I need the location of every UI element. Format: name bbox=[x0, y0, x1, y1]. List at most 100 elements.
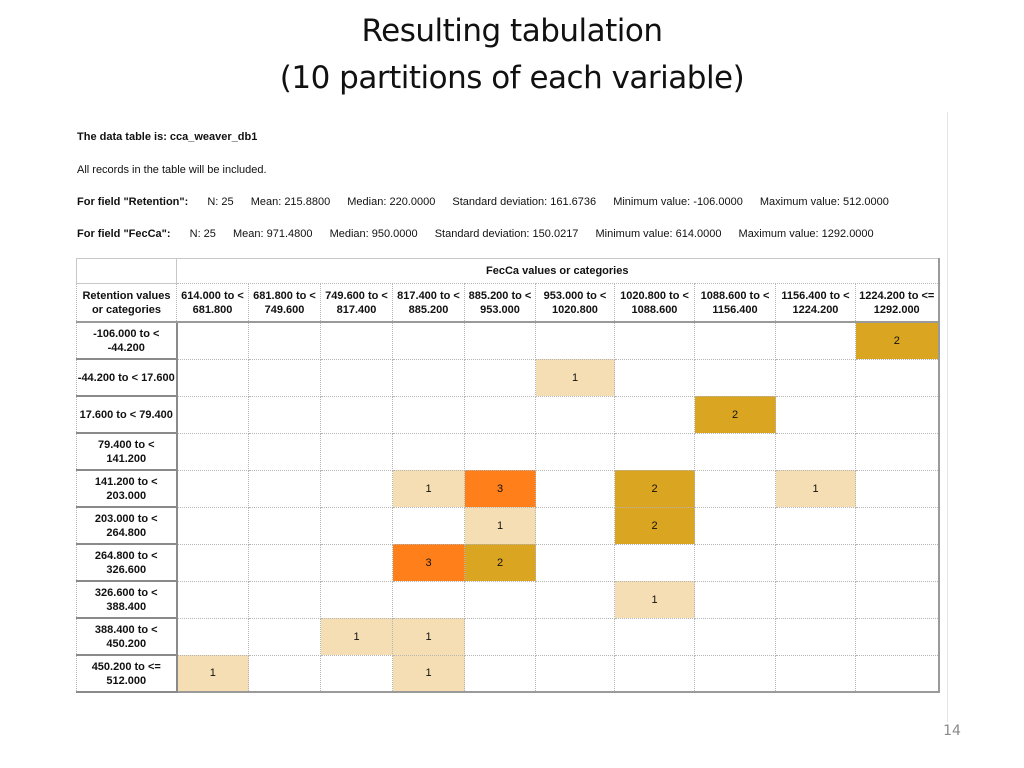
empty-cell bbox=[320, 432, 393, 471]
count-cell: 1 bbox=[176, 654, 249, 693]
empty-cell bbox=[775, 580, 856, 619]
empty-cell bbox=[775, 543, 856, 582]
empty-cell bbox=[535, 654, 615, 693]
empty-cell bbox=[464, 321, 536, 360]
slide-number: 14 bbox=[943, 723, 961, 739]
column-header: 681.800 to < 749.600 bbox=[248, 283, 321, 323]
count-cell: 3 bbox=[464, 469, 536, 508]
empty-cell bbox=[775, 654, 856, 693]
empty-cell bbox=[694, 543, 776, 582]
empty-cell bbox=[855, 506, 939, 545]
stat-mean: Mean: 971.4800 bbox=[232, 228, 313, 240]
empty-cell bbox=[248, 543, 321, 582]
count-cell: 1 bbox=[464, 506, 536, 545]
empty-cell bbox=[320, 469, 393, 508]
empty-cell bbox=[176, 506, 249, 545]
column-header: 1224.200 to <= 1292.000 bbox=[855, 283, 939, 323]
row-header: 79.400 to < 141.200 bbox=[76, 432, 178, 471]
field-stats-fecca: For field "FecCa": N: 25 Mean: 971.4800 … bbox=[77, 228, 874, 240]
table-row: 388.400 to < 450.200 1 1 bbox=[76, 617, 939, 656]
empty-cell bbox=[535, 395, 615, 434]
empty-cell bbox=[176, 395, 249, 434]
row-header: 17.600 to < 79.400 bbox=[76, 395, 178, 434]
empty-cell bbox=[464, 395, 536, 434]
empty-cell bbox=[320, 543, 393, 582]
empty-cell bbox=[694, 432, 776, 471]
empty-cell bbox=[464, 358, 536, 397]
stat-min: Minimum value: 614.0000 bbox=[595, 228, 722, 240]
stat-median: Median: 950.0000 bbox=[329, 228, 418, 240]
count-cell: 2 bbox=[614, 506, 695, 545]
empty-cell bbox=[775, 506, 856, 545]
stat-mean: Mean: 215.8800 bbox=[250, 196, 331, 208]
table-row: 264.800 to < 326.600 3 2 bbox=[76, 543, 939, 582]
empty-cell bbox=[694, 617, 776, 656]
count-cell: 1 bbox=[614, 580, 695, 619]
empty-cell bbox=[694, 580, 776, 619]
stat-max: Maximum value: 1292.0000 bbox=[738, 228, 874, 240]
empty-cell bbox=[614, 432, 695, 471]
empty-cell bbox=[248, 321, 321, 360]
empty-cell bbox=[320, 395, 393, 434]
empty-cell bbox=[176, 580, 249, 619]
row-header: 326.600 to < 388.400 bbox=[76, 580, 178, 619]
empty-cell bbox=[775, 432, 856, 471]
table-row: 203.000 to < 264.800 1 2 bbox=[76, 506, 939, 545]
empty-cell bbox=[464, 580, 536, 619]
column-header: 614.000 to < 681.800 bbox=[176, 283, 249, 323]
empty-cell bbox=[535, 469, 615, 508]
count-cell: 1 bbox=[535, 358, 615, 397]
field-label: For field "FecCa": bbox=[77, 228, 171, 240]
field-stats-retention: For field "Retention": N: 25 Mean: 215.8… bbox=[77, 196, 889, 208]
row-header-label: Retention values or categories bbox=[76, 283, 177, 323]
slide-title: Resulting tabulation (10 partitions of e… bbox=[0, 8, 1024, 102]
empty-cell bbox=[320, 321, 393, 360]
column-header: 1088.600 to < 1156.400 bbox=[694, 283, 776, 323]
empty-cell bbox=[535, 617, 615, 656]
empty-cell bbox=[535, 543, 615, 582]
field-label: For field "Retention": bbox=[77, 196, 189, 208]
empty-cell bbox=[614, 543, 695, 582]
divider-line bbox=[947, 112, 948, 722]
empty-cell bbox=[176, 321, 249, 360]
empty-cell bbox=[614, 358, 695, 397]
count-cell: 1 bbox=[320, 617, 393, 656]
empty-cell bbox=[855, 617, 939, 656]
empty-cell bbox=[614, 654, 695, 693]
count-cell: 3 bbox=[392, 543, 465, 582]
column-header: 749.600 to < 817.400 bbox=[320, 283, 393, 323]
row-header: 141.200 to < 203.000 bbox=[76, 469, 178, 508]
empty-cell bbox=[248, 654, 321, 693]
table-row: -44.200 to < 17.600 1 bbox=[76, 358, 939, 397]
stat-n: N: 25 bbox=[207, 196, 234, 208]
empty-cell bbox=[320, 506, 393, 545]
empty-cell bbox=[775, 358, 856, 397]
column-header: 1020.800 to < 1088.600 bbox=[614, 283, 695, 323]
empty-cell bbox=[775, 321, 856, 360]
empty-cell bbox=[320, 654, 393, 693]
row-header: -106.000 to < -44.200 bbox=[76, 321, 178, 360]
empty-cell bbox=[248, 617, 321, 656]
empty-cell bbox=[535, 321, 615, 360]
empty-cell bbox=[775, 617, 856, 656]
column-header: 885.200 to < 953.000 bbox=[464, 283, 536, 323]
slide-title-line-1: Resulting tabulation bbox=[361, 13, 663, 49]
row-header: 264.800 to < 326.600 bbox=[76, 543, 178, 582]
count-cell: 1 bbox=[392, 617, 465, 656]
empty-cell bbox=[320, 580, 393, 619]
empty-cell bbox=[248, 395, 321, 434]
row-header: 450.200 to <= 512.000 bbox=[76, 654, 178, 693]
empty-cell bbox=[855, 395, 939, 434]
empty-cell bbox=[855, 543, 939, 582]
stat-max: Maximum value: 512.0000 bbox=[759, 196, 889, 208]
empty-cell bbox=[535, 506, 615, 545]
column-header: 953.000 to < 1020.800 bbox=[535, 283, 615, 323]
count-cell: 1 bbox=[392, 469, 465, 508]
empty-cell bbox=[392, 358, 465, 397]
data-table-name: The data table is: cca_weaver_db1 bbox=[77, 131, 258, 143]
column-group-header: FecCa values or categories bbox=[176, 258, 939, 284]
empty-cell bbox=[176, 358, 249, 397]
table-row: 17.600 to < 79.400 2 bbox=[76, 395, 939, 434]
count-cell: 1 bbox=[392, 654, 465, 693]
empty-cell bbox=[320, 358, 393, 397]
